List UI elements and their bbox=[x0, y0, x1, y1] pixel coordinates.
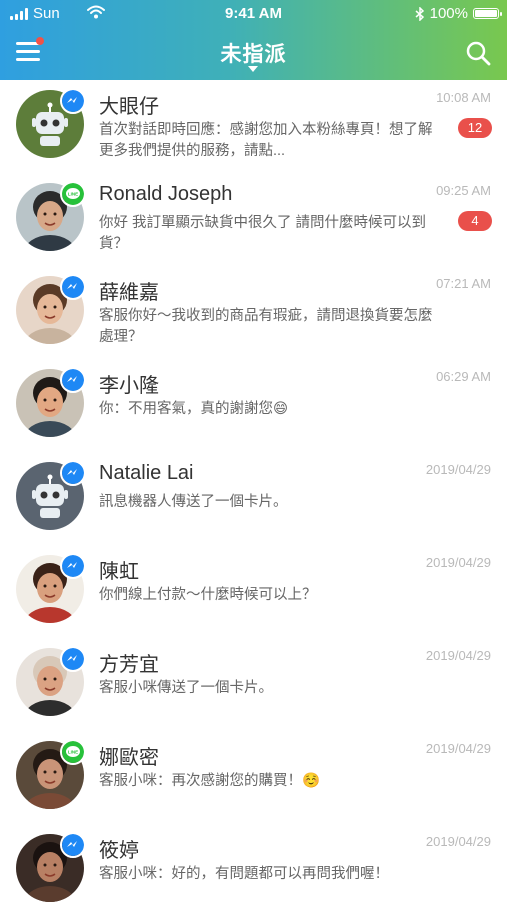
messenger-icon bbox=[60, 553, 86, 579]
battery-percent: 100% bbox=[429, 5, 468, 22]
conversation-item[interactable]: 筱婷 2019/04/29 客服小咪：好的，有問題都可以再問我們喔！ bbox=[0, 824, 507, 917]
message-preview: 訊息機器人傳送了一個卡片。 bbox=[99, 494, 288, 510]
conversation-item[interactable]: LINE Ronald Joseph 09:25 AM 你好 我訂單顯示缺貨中很… bbox=[0, 173, 507, 266]
avatar-container bbox=[16, 460, 86, 530]
message-preview: 你們線上付款～什麼時候可以上？ bbox=[99, 587, 317, 603]
avatar-container bbox=[16, 274, 86, 344]
avatar-container bbox=[16, 88, 86, 158]
message-time: 2019/04/29 bbox=[425, 555, 491, 570]
messenger-icon bbox=[60, 832, 86, 858]
messenger-icon bbox=[60, 646, 86, 672]
avatar-container bbox=[16, 367, 86, 437]
nav-bar: 未指派 bbox=[0, 28, 507, 80]
avatar-container bbox=[16, 553, 86, 623]
message-time: 10:08 AM bbox=[436, 90, 491, 105]
message-preview: 客服小咪：再次感謝您的購買！☺️ bbox=[99, 773, 321, 789]
messenger-icon bbox=[60, 88, 86, 114]
line-icon: LINE bbox=[60, 181, 86, 207]
message-preview: 客服你好～我收到的商品有瑕疵，請問退換貨要怎麼處理？ bbox=[99, 308, 433, 345]
conversation-item[interactable]: 大眼仔 10:08 AM 首次對話即時回應：感謝您加入本粉絲專頁！想了解更多我們… bbox=[0, 80, 507, 173]
message-time: 07:21 AM bbox=[436, 276, 491, 291]
avatar-container: LINE bbox=[16, 739, 86, 809]
svg-text:LINE: LINE bbox=[68, 750, 78, 755]
avatar-container: LINE bbox=[16, 181, 86, 251]
message-time: 2019/04/29 bbox=[425, 741, 491, 756]
contact-name: 筱婷 bbox=[99, 840, 139, 862]
page-title[interactable]: 未指派 bbox=[0, 38, 507, 68]
message-time: 2019/04/29 bbox=[425, 834, 491, 849]
status-right: 100% bbox=[415, 5, 502, 22]
header: Sun 9:41 AM 100% 未指派 bbox=[0, 0, 507, 80]
battery-icon bbox=[473, 8, 502, 19]
conversation-item[interactable]: Natalie Lai 2019/04/29 訊息機器人傳送了一個卡片。 bbox=[0, 452, 507, 545]
contact-name: 娜歐密 bbox=[99, 747, 159, 769]
svg-text:LINE: LINE bbox=[68, 192, 78, 197]
conversation-item[interactable]: LINE 娜歐密 2019/04/29 客服小咪：再次感謝您的購買！☺️ bbox=[0, 731, 507, 824]
search-icon[interactable] bbox=[465, 40, 491, 66]
message-time: 06:29 AM bbox=[436, 369, 491, 384]
message-time: 2019/04/29 bbox=[425, 462, 491, 477]
message-preview: 首次對話即時回應：感謝您加入本粉絲專頁！想了解更多我們提供的服務，請點... bbox=[99, 122, 433, 159]
message-preview: 客服小咪：好的，有問題都可以再問我們喔！ bbox=[99, 866, 389, 882]
bluetooth-icon bbox=[415, 6, 424, 21]
contact-name: 方芳宜 bbox=[99, 654, 159, 676]
contact-name: 薛維嘉 bbox=[99, 282, 159, 304]
avatar-container bbox=[16, 832, 86, 902]
avatar-container bbox=[16, 646, 86, 716]
messenger-icon bbox=[60, 274, 86, 300]
chevron-down-icon[interactable] bbox=[248, 66, 258, 72]
messenger-icon bbox=[60, 367, 86, 393]
line-icon: LINE bbox=[60, 739, 86, 765]
conversation-item[interactable]: 陳虹 2019/04/29 你們線上付款～什麼時候可以上？ bbox=[0, 545, 507, 638]
conversation-item[interactable]: 方芳宜 2019/04/29 客服小咪傳送了一個卡片。 bbox=[0, 638, 507, 731]
contact-name: 陳虹 bbox=[99, 561, 139, 583]
message-time: 09:25 AM bbox=[436, 183, 491, 198]
message-preview: 你：不用客氣，真的謝謝您😄 bbox=[99, 401, 289, 417]
message-preview: 你好 我訂單顯示缺貨中很久了 請問什麼時候可以到貨？ bbox=[99, 215, 427, 252]
unread-badge: 4 bbox=[458, 211, 492, 231]
conversation-item[interactable]: 李小隆 06:29 AM 你：不用客氣，真的謝謝您😄 bbox=[0, 359, 507, 452]
conversation-list: 大眼仔 10:08 AM 首次對話即時回應：感謝您加入本粉絲專頁！想了解更多我們… bbox=[0, 80, 507, 917]
messenger-icon bbox=[60, 460, 86, 486]
message-time: 2019/04/29 bbox=[425, 648, 491, 663]
contact-name: Natalie Lai bbox=[99, 462, 194, 484]
status-bar: Sun 9:41 AM 100% bbox=[0, 0, 507, 28]
contact-name: 李小隆 bbox=[99, 375, 159, 397]
conversation-item[interactable]: 薛維嘉 07:21 AM 客服你好～我收到的商品有瑕疵，請問退換貨要怎麼處理？ bbox=[0, 266, 507, 359]
contact-name: Ronald Joseph bbox=[99, 183, 233, 205]
contact-name: 大眼仔 bbox=[99, 96, 159, 118]
message-preview: 客服小咪傳送了一個卡片。 bbox=[99, 680, 273, 696]
unread-badge: 12 bbox=[458, 118, 492, 138]
